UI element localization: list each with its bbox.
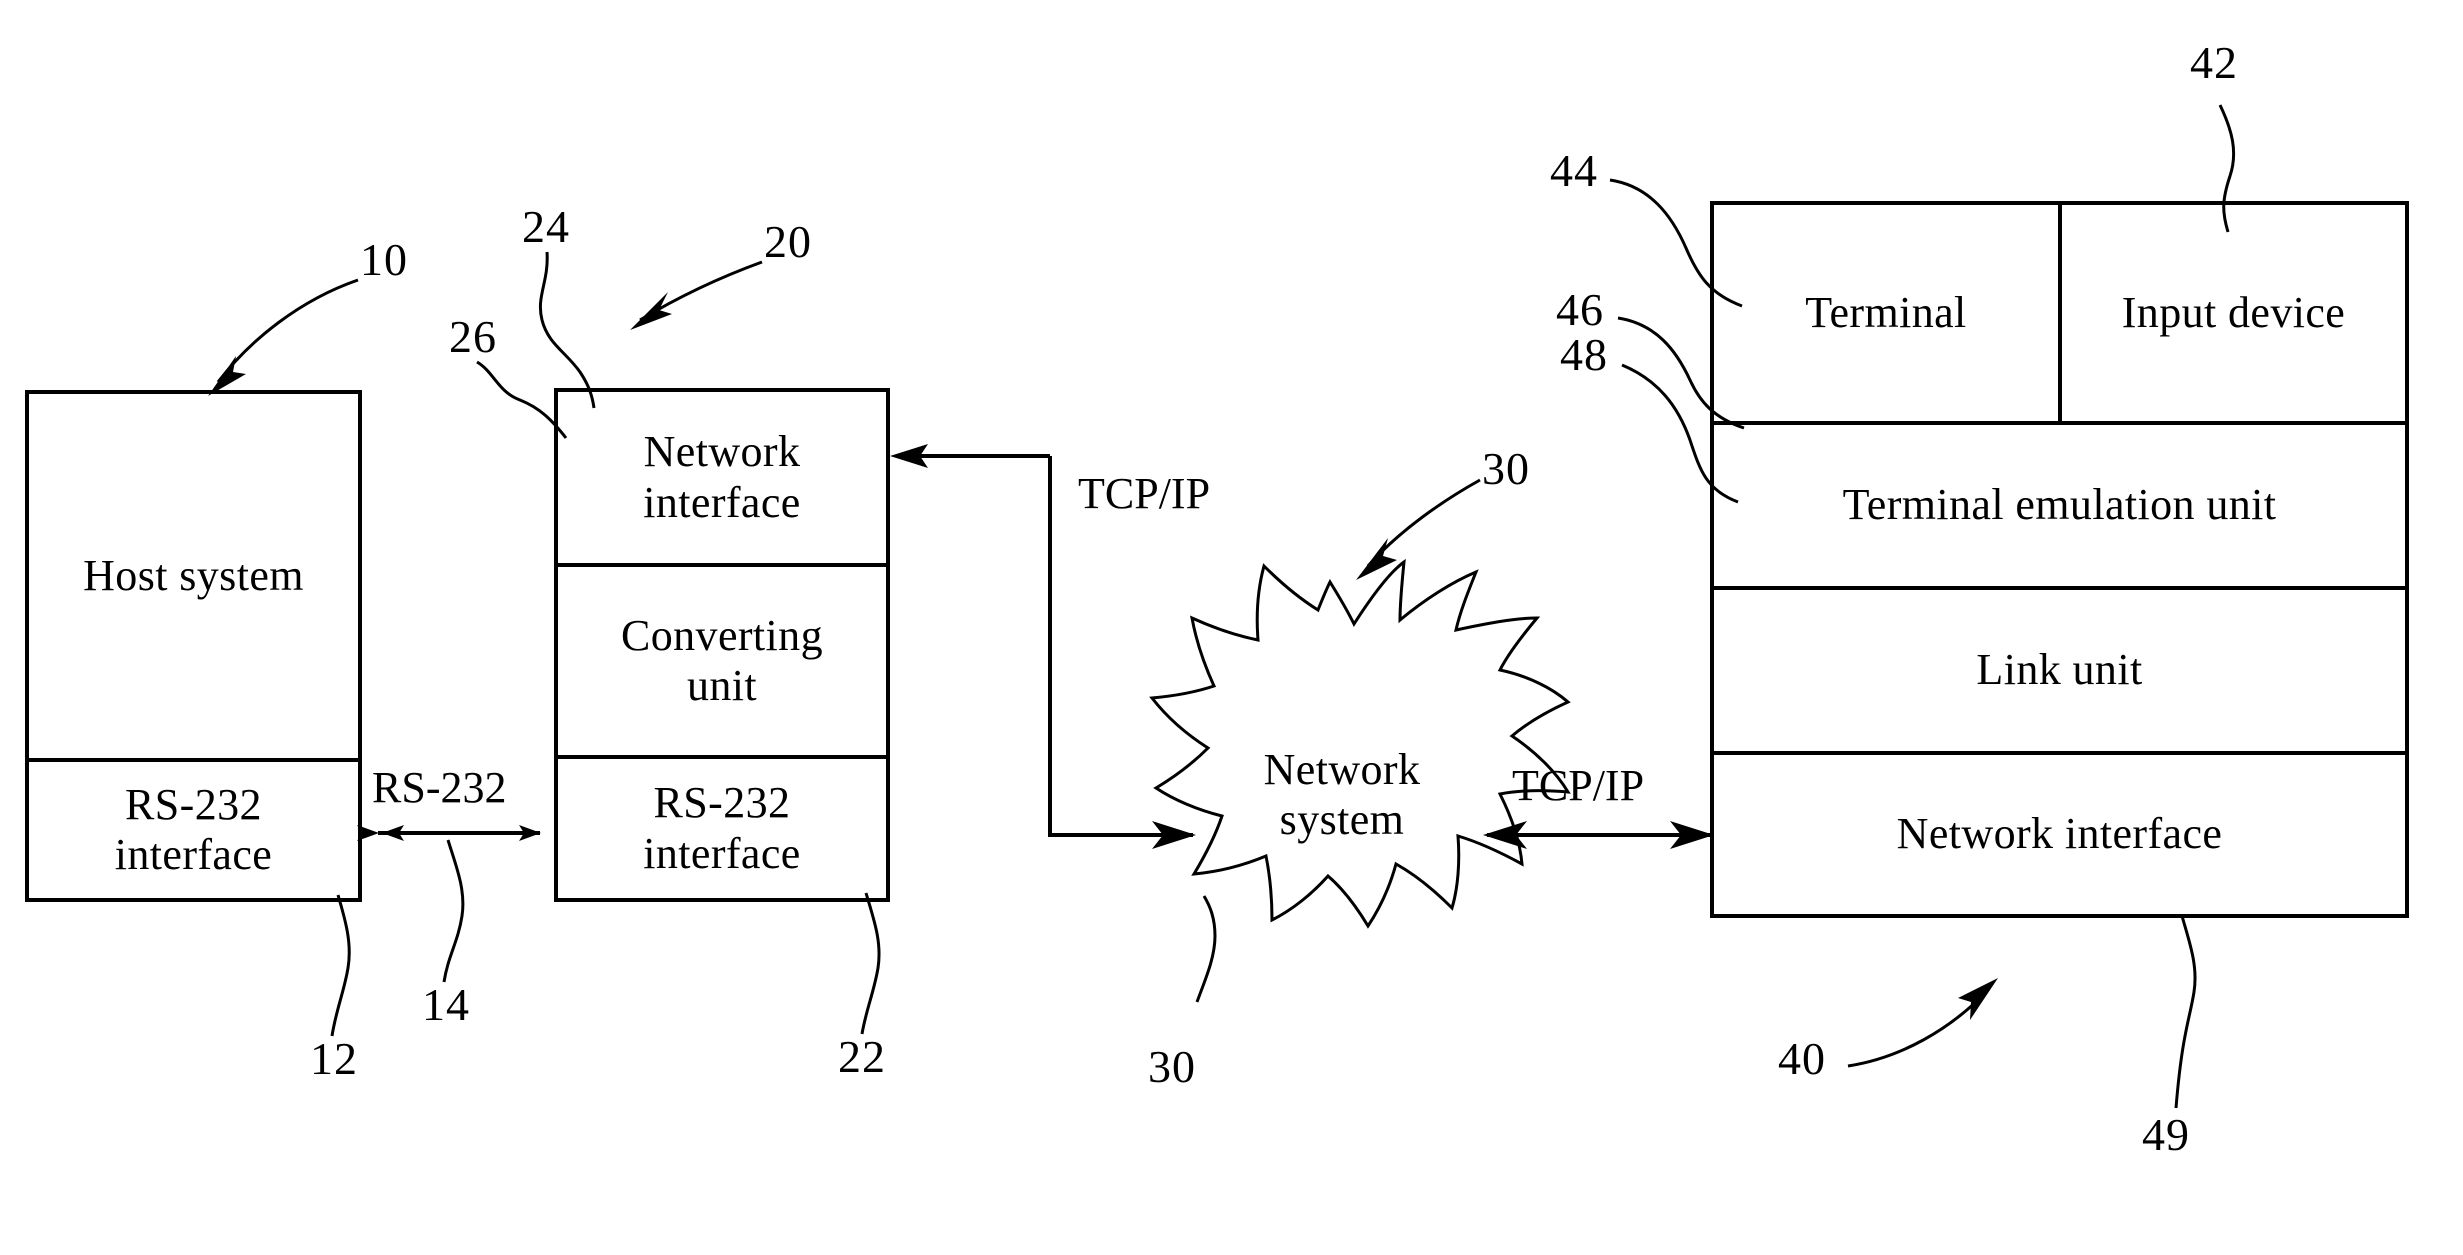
leader-14 [442,839,465,983]
converter-converting-unit-label: Converting unit [621,610,823,710]
reference-numeral-24: 24 [522,201,570,252]
host-rs232-interface-label: RS-232 interface [114,779,273,879]
tcpip-left-connection-label: TCP/IP [1078,469,1211,518]
leader-24 [538,251,596,409]
reference-numeral-12: 12 [310,1033,358,1084]
reference-numeral-22: 22 [838,1031,886,1082]
input-device-label: Input device [2121,287,2346,337]
reference-numeral-42: 42 [2190,37,2238,88]
reference-numeral-26: 26 [449,311,497,362]
rs232-connection-label: RS-232 [372,763,507,812]
leader-30-bottom [1195,895,1217,1003]
terminal-label: Terminal [1805,287,1967,337]
reference-numeral-44: 44 [1550,145,1598,196]
leader-40 [1847,978,1998,1068]
leader-10 [208,278,359,396]
reference-numeral-30-top: 30 [1482,443,1530,494]
leader-12 [330,894,351,1037]
tcpip-right-connector [1483,821,1714,849]
leader-30-top [1356,478,1481,580]
reference-numeral-48: 48 [1560,329,1608,380]
patent-figure-canvas: Host system RS-232 interface Network int… [0,0,2463,1255]
reference-numeral-10: 10 [360,234,408,285]
tcpip-right-connection-label: TCP/IP [1512,761,1645,810]
link-unit-label: Link unit [1976,645,2143,695]
network-system-label: Network system [1263,744,1421,844]
leader-49 [2174,915,2197,1109]
reference-numeral-14: 14 [422,979,470,1030]
converter-rs232-interface-label: RS-232 interface [643,778,801,878]
host-system-label: Host system [83,550,304,600]
terminal-emulation-unit-label: Terminal emulation unit [1842,480,2277,530]
client-network-interface-label: Network interface [1896,809,2223,859]
reference-numeral-20: 20 [764,216,812,267]
leader-26 [476,360,568,439]
converter-network-interface-label: Network interface [643,427,801,527]
reference-numeral-49: 49 [2142,1109,2190,1160]
leader-22 [860,892,881,1035]
reference-numeral-30-bottom: 30 [1148,1041,1196,1092]
rs232-bidirectional-connector [357,825,541,841]
reference-numeral-40: 40 [1778,1033,1826,1084]
leader-20 [630,260,763,330]
